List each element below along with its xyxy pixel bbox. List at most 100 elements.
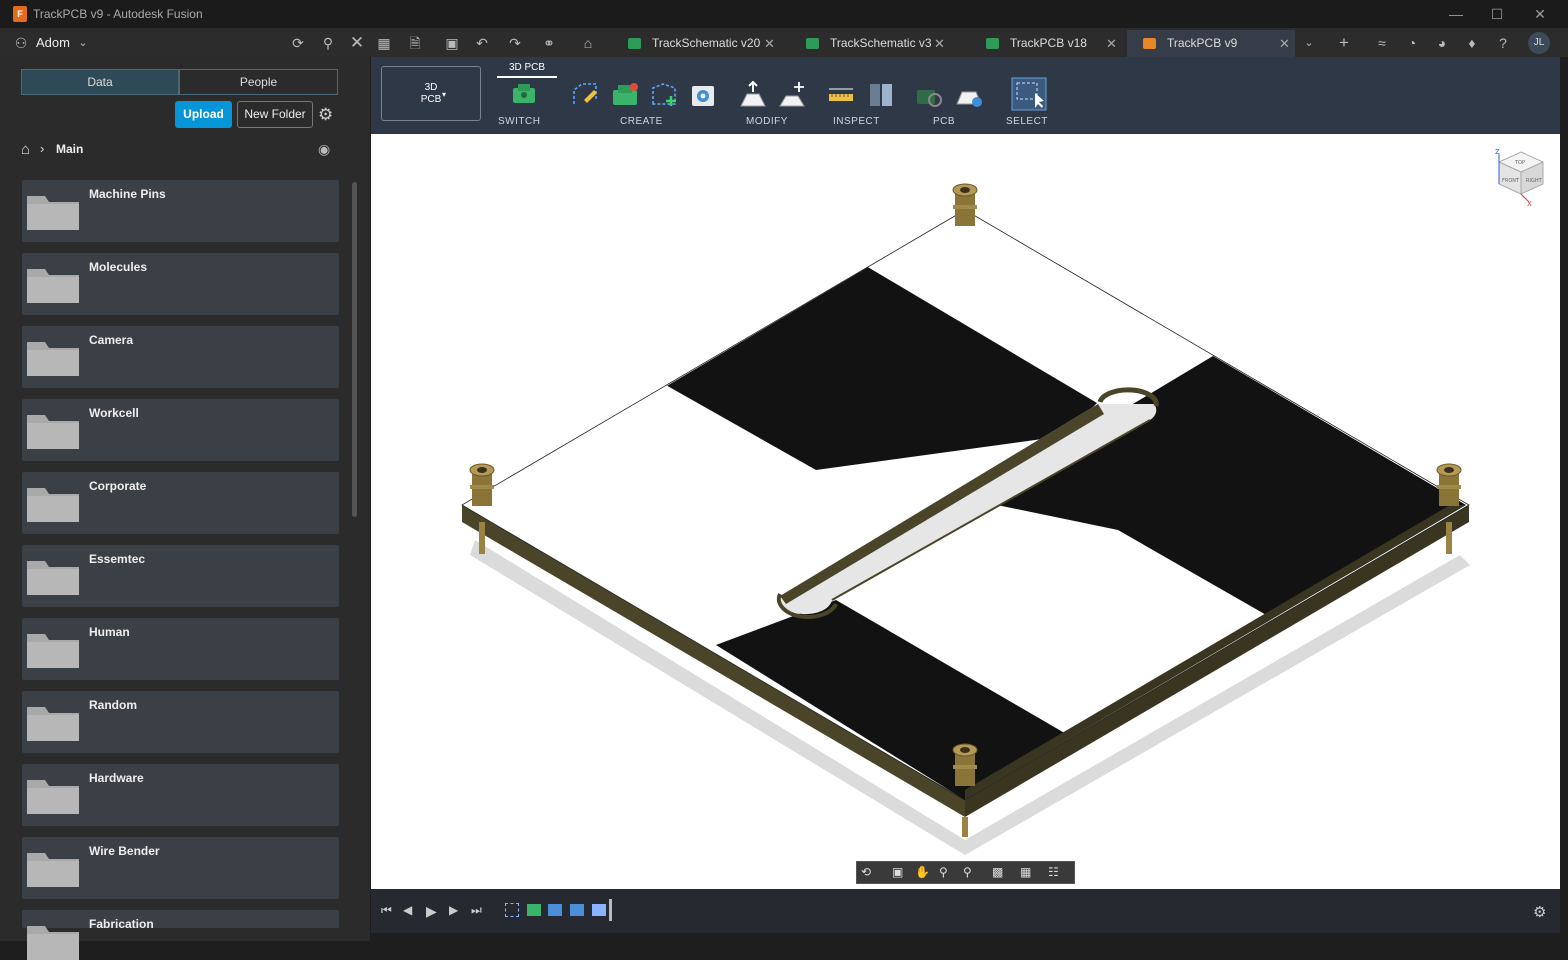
orbit-icon[interactable]: ⟲ [861,865,871,879]
save-icon[interactable]: ▣ [443,34,461,52]
view-cube[interactable]: TOP FRONT RIGHT Z X [1493,146,1549,208]
tab-3d-pcb[interactable]: 3D PCB [497,60,557,78]
sketch-board-icon[interactable] [570,80,600,110]
extensions-icon[interactable]: ≈ [1373,34,1391,52]
create-component-icon[interactable] [610,80,640,110]
tab-trackpcb-v9[interactable]: TrackPCB v9 ✕ [1127,30,1295,57]
file-menu-icon[interactable]: 🗎 [406,34,424,52]
tab-people[interactable]: People [179,69,338,95]
sync-icon[interactable]: ◉ [318,141,330,158]
folder-item[interactable]: Machine Pins [22,180,339,242]
navigation-bar: ⟲ ▣ ✋ ⚲ ⚲ ▩ ▦ ☷ [856,861,1075,884]
folder-item[interactable]: Essemtec [22,545,339,607]
job-status-icon[interactable]: ◔ [1403,34,1421,52]
timeline-feature-icon[interactable] [592,904,606,916]
folder-item[interactable]: Hardware [22,764,339,826]
close-button[interactable]: ✕ [1525,4,1555,24]
go-to-end-icon[interactable]: ⏭ [471,903,482,918]
tab-trackpcb-v18[interactable]: TrackPCB v18 ✕ [970,30,1126,57]
group-modify[interactable]: MODIFY [746,116,788,127]
fit-icon[interactable]: ⚲ [963,865,972,879]
switch-pcb-icon[interactable] [509,80,539,110]
group-create[interactable]: CREATE [620,116,663,127]
new-tab-icon[interactable]: + [1335,34,1353,52]
select-box-icon[interactable] [1011,77,1047,111]
move-icon[interactable] [777,80,807,110]
folder-item[interactable]: Wire Bender [22,837,339,899]
link-icon[interactable]: ⚭ [540,34,558,52]
timeline-marker[interactable] [609,899,612,921]
gear-icon[interactable]: ⚙ [1533,903,1546,921]
close-tab-icon[interactable]: ✕ [764,30,775,57]
tab-trackschematic-v3[interactable]: TrackSchematic v3 ✕ [790,30,960,57]
pcb-settings-icon[interactable] [954,80,984,110]
avatar[interactable]: JL [1528,32,1550,54]
right-edge [1560,57,1568,941]
maximize-button[interactable]: ☐ [1482,4,1512,24]
refresh-icon[interactable]: ⟳ [289,34,307,52]
create-region-icon[interactable] [649,80,679,110]
pcb-link-icon[interactable] [914,80,944,110]
3d-viewport[interactable]: TOP FRONT RIGHT Z X [371,134,1560,889]
breadcrumb[interactable]: Main [56,142,83,156]
home-icon[interactable]: ⌂ [579,34,597,52]
folder-item[interactable]: Corporate [22,472,339,534]
redo-icon[interactable]: ↷ [506,34,524,52]
folder-item[interactable]: Workcell [22,399,339,461]
tab-data[interactable]: Data [21,69,179,95]
step-back-icon[interactable]: ◀ [403,903,412,917]
pcb-model[interactable] [371,134,1560,889]
scrollbar[interactable] [352,182,357,517]
search-icon[interactable]: ⚲ [319,34,337,52]
gear-icon[interactable]: ⚙ [318,105,333,125]
viewports-icon[interactable]: ☷ [1048,865,1059,879]
folder-item[interactable]: Fabrication [22,910,339,960]
tab-trackschematic-v20[interactable]: TrackSchematic v20 ✕ [612,30,782,57]
chevron-down-icon[interactable]: ⌄ [74,34,92,52]
team-name[interactable]: Adom [36,35,70,50]
push-pull-icon[interactable] [738,80,768,110]
step-forward-icon[interactable]: ▶ [449,903,458,917]
ribbon-toolbar: 3D PCB ▾ 3D PCB SWITCH CREATE MODIFY INS… [371,57,1560,134]
folder-name: Workcell [89,406,139,420]
look-at-icon[interactable]: ▣ [892,865,903,879]
grid-settings-icon[interactable]: ▦ [1020,865,1031,879]
close-tab-icon[interactable]: ✕ [1106,30,1117,57]
timeline-feature-icon[interactable] [570,904,584,916]
group-select[interactable]: SELECT [1006,116,1048,127]
timeline-sketch-icon[interactable] [505,903,519,917]
folder-item[interactable]: Molecules [22,253,339,315]
display-settings-icon[interactable]: ▩ [992,865,1003,879]
group-pcb[interactable]: PCB [933,116,955,127]
workspace-switcher[interactable]: 3D PCB ▾ [381,66,481,121]
minimize-button[interactable]: — [1441,4,1471,24]
close-tab-icon[interactable]: ✕ [1279,30,1290,57]
tab-list-chevron-icon[interactable]: ⌄ [1300,34,1318,52]
upload-button[interactable]: Upload [175,101,232,128]
pan-hand-icon[interactable]: ✋ [915,865,930,879]
measure-icon[interactable] [826,80,856,110]
group-inspect[interactable]: INSPECT [833,116,880,127]
group-switch[interactable]: SWITCH [498,116,540,127]
close-tab-icon[interactable]: ✕ [934,30,945,57]
timeline-feature-icon[interactable] [548,904,562,916]
interference-icon[interactable] [866,80,896,110]
folder-item[interactable]: Random [22,691,339,753]
render-icon[interactable] [688,80,718,110]
help-icon[interactable]: ? [1494,34,1512,52]
new-folder-button[interactable]: New Folder [237,101,313,128]
notifications-icon[interactable]: ♦ [1463,34,1481,52]
undo-icon[interactable]: ↶ [473,34,491,52]
viewcube-front-label: FRONT [1502,178,1520,184]
folder-item[interactable]: Human [22,618,339,680]
play-icon[interactable]: ▶ [426,903,437,920]
close-panel-icon[interactable]: ✕ [348,34,366,52]
folder-item[interactable]: Camera [22,326,339,388]
go-to-start-icon[interactable]: ⏮ [381,903,392,918]
online-status-icon[interactable]: ◕ [1433,34,1451,52]
timeline-pcb-icon[interactable] [527,904,541,916]
home-icon[interactable]: ⌂ [21,141,30,158]
zoom-icon[interactable]: ⚲ [939,865,948,879]
folder-name: Machine Pins [89,187,166,201]
apps-grid-icon[interactable]: ▦ [375,34,393,52]
